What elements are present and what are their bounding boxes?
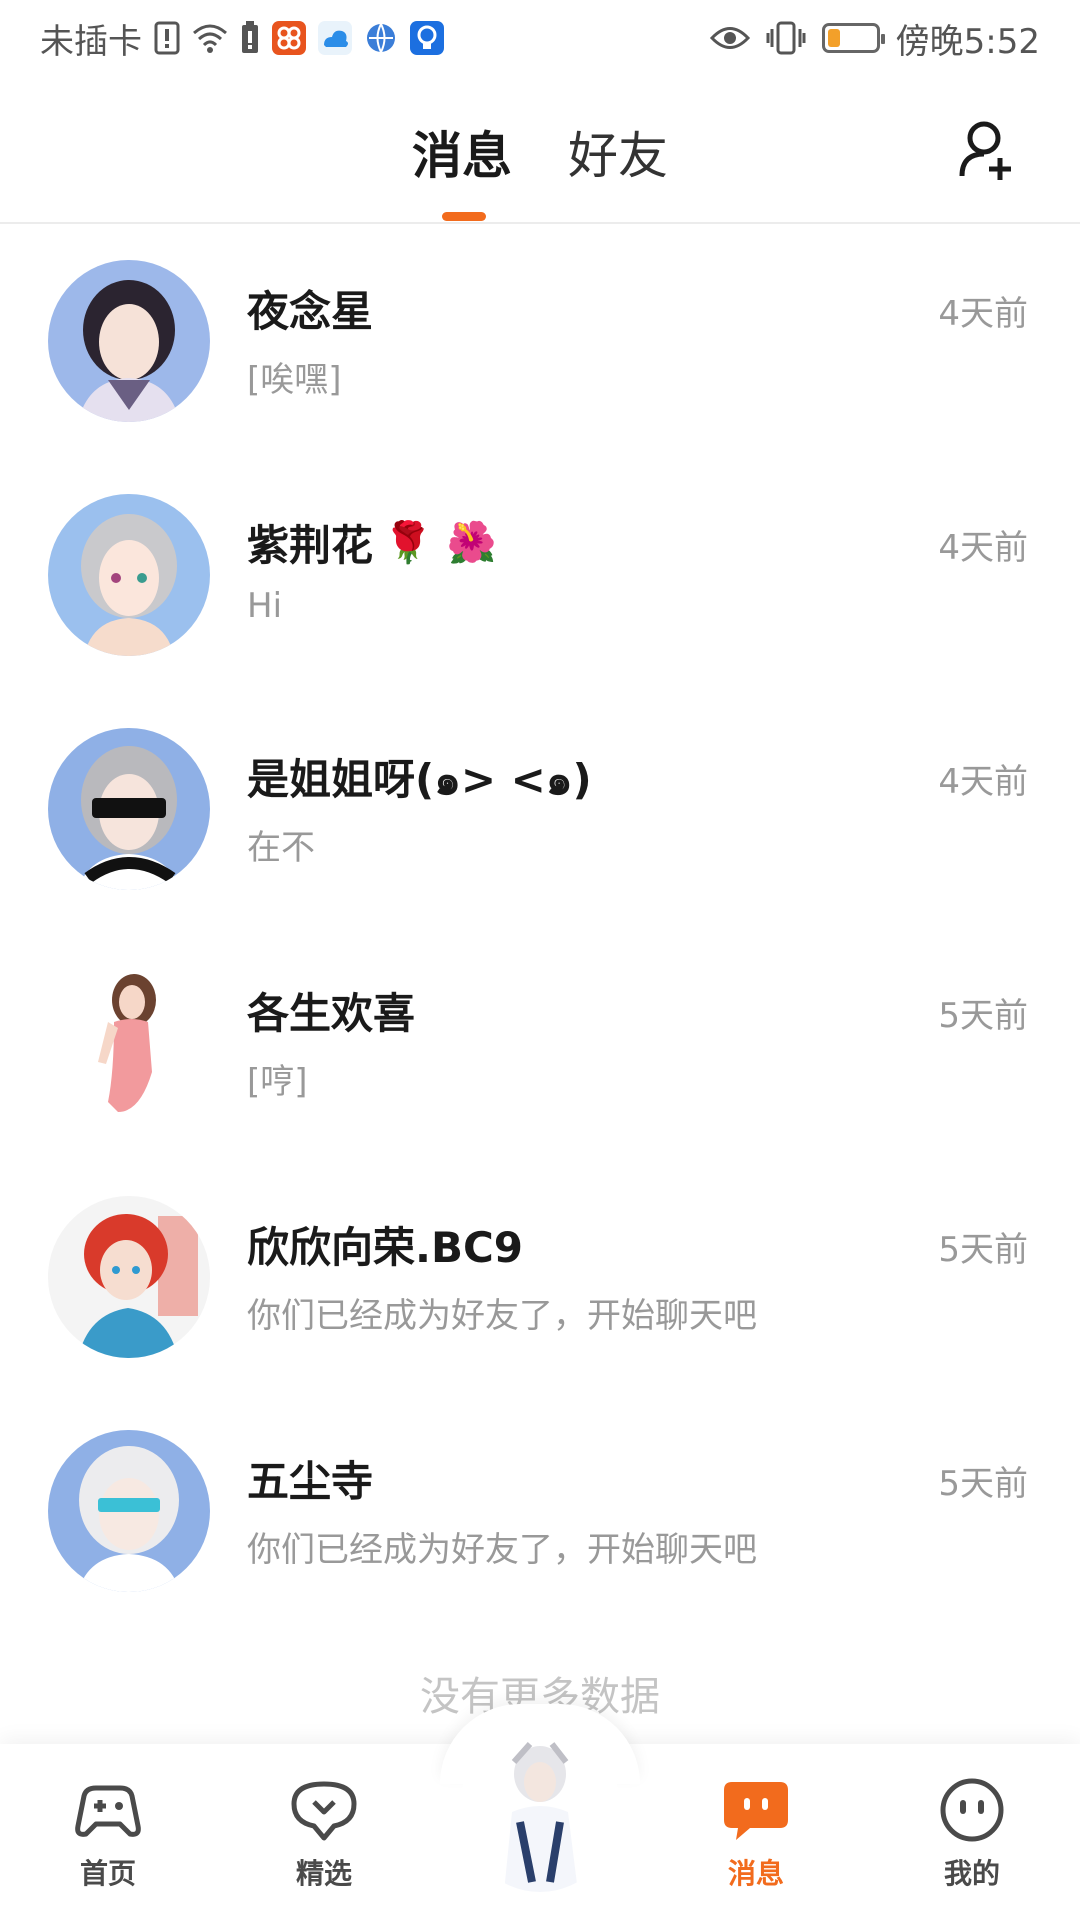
contact-name: 欣欣向荣.BC9 bbox=[247, 1223, 524, 1272]
contact-name: 是姐姐呀(๑> <๑) bbox=[247, 755, 592, 804]
conversation-row[interactable]: 是姐姐呀(๑> <๑) 在不 4天前 bbox=[0, 692, 1080, 926]
eye-icon bbox=[709, 25, 750, 51]
contact-name: 各生欢喜 bbox=[247, 989, 416, 1038]
avatar[interactable] bbox=[48, 260, 210, 422]
nav-label-messages: 消息 bbox=[727, 1857, 784, 1890]
add-user-icon[interactable] bbox=[956, 118, 1022, 184]
active-tab-indicator bbox=[442, 212, 486, 221]
nav-item-home[interactable]: 首页 bbox=[48, 1774, 168, 1892]
center-avatar-button[interactable] bbox=[460, 1722, 620, 1892]
message-time: 5天前 bbox=[938, 1464, 1028, 1504]
bulb-app-icon bbox=[410, 21, 444, 55]
conversation-row[interactable]: 欣欣向荣.BC9 你们已经成为好友了，开始聊天吧 5天前 bbox=[0, 1160, 1080, 1394]
battery-icon bbox=[821, 23, 885, 53]
avatar[interactable] bbox=[48, 728, 210, 890]
top-nav: 消息 好友 bbox=[0, 76, 1080, 224]
nav-label-home: 首页 bbox=[79, 1857, 136, 1890]
cloud-app-icon bbox=[318, 21, 352, 55]
contact-name: 紫荆花 🌹 🌺 bbox=[247, 520, 497, 570]
carrier-label: 未插卡 bbox=[40, 21, 142, 62]
bottom-nav: 首页 精选 消息 我的 bbox=[0, 1704, 1080, 1920]
conversation-row[interactable]: 五尘寺 你们已经成为好友了，开始聊天吧 5天前 bbox=[0, 1394, 1080, 1628]
tab-friends[interactable]: 好友 bbox=[568, 116, 668, 188]
face-icon bbox=[936, 1774, 1008, 1846]
tab-messages[interactable]: 消息 bbox=[412, 116, 512, 188]
avatar[interactable] bbox=[48, 494, 210, 656]
message-preview: Hi bbox=[247, 586, 283, 626]
conversation-list: 夜念星 [唉嘿] 4天前 紫荆花 🌹 🌺 Hi 4天前 是姐姐呀(๑> <๑) 在… bbox=[0, 224, 1080, 1628]
vibrate-icon bbox=[766, 21, 806, 55]
name-emoji: 🌹 🌺 bbox=[383, 520, 497, 566]
message-preview: [唉嘿] bbox=[247, 360, 342, 400]
avatar[interactable] bbox=[48, 1196, 210, 1358]
avatar[interactable] bbox=[48, 1430, 210, 1592]
message-icon bbox=[720, 1774, 792, 1846]
gamepad-icon bbox=[72, 1774, 144, 1846]
nav-item-profile[interactable]: 我的 bbox=[912, 1774, 1032, 1892]
message-time: 4天前 bbox=[938, 762, 1028, 802]
message-preview: 你们已经成为好友了，开始聊天吧 bbox=[247, 1296, 757, 1336]
nav-label-profile: 我的 bbox=[943, 1857, 1000, 1890]
browser-app-icon bbox=[364, 21, 398, 55]
message-time: 4天前 bbox=[938, 528, 1028, 568]
conversation-row[interactable]: 紫荆花 🌹 🌺 Hi 4天前 bbox=[0, 458, 1080, 692]
message-time: 5天前 bbox=[938, 1230, 1028, 1270]
status-bar: 未插卡 傍晚5:52 bbox=[0, 0, 1080, 76]
wifi-icon bbox=[192, 23, 228, 53]
sim-alert-icon bbox=[154, 21, 180, 55]
message-preview: [哼] bbox=[247, 1062, 308, 1102]
nav-label-featured: 精选 bbox=[295, 1857, 352, 1890]
message-time: 5天前 bbox=[938, 996, 1028, 1036]
heart-chat-icon bbox=[288, 1774, 360, 1846]
conversation-row[interactable]: 各生欢喜 [哼] 5天前 bbox=[0, 926, 1080, 1160]
contact-name: 夜念星 bbox=[247, 287, 374, 336]
message-preview: 你们已经成为好友了，开始聊天吧 bbox=[247, 1530, 757, 1570]
message-time: 4天前 bbox=[938, 294, 1028, 334]
message-preview: 在不 bbox=[247, 828, 315, 868]
nav-item-messages[interactable]: 消息 bbox=[696, 1774, 816, 1892]
battery-alert-icon bbox=[240, 21, 260, 55]
contact-name: 五尘寺 bbox=[247, 1457, 374, 1506]
avatar[interactable] bbox=[48, 962, 210, 1124]
conversation-row[interactable]: 夜念星 [唉嘿] 4天前 bbox=[0, 224, 1080, 458]
clock: 傍晚5:52 bbox=[895, 21, 1040, 62]
nav-item-featured[interactable]: 精选 bbox=[264, 1774, 384, 1892]
app-notification-icon bbox=[272, 21, 306, 55]
